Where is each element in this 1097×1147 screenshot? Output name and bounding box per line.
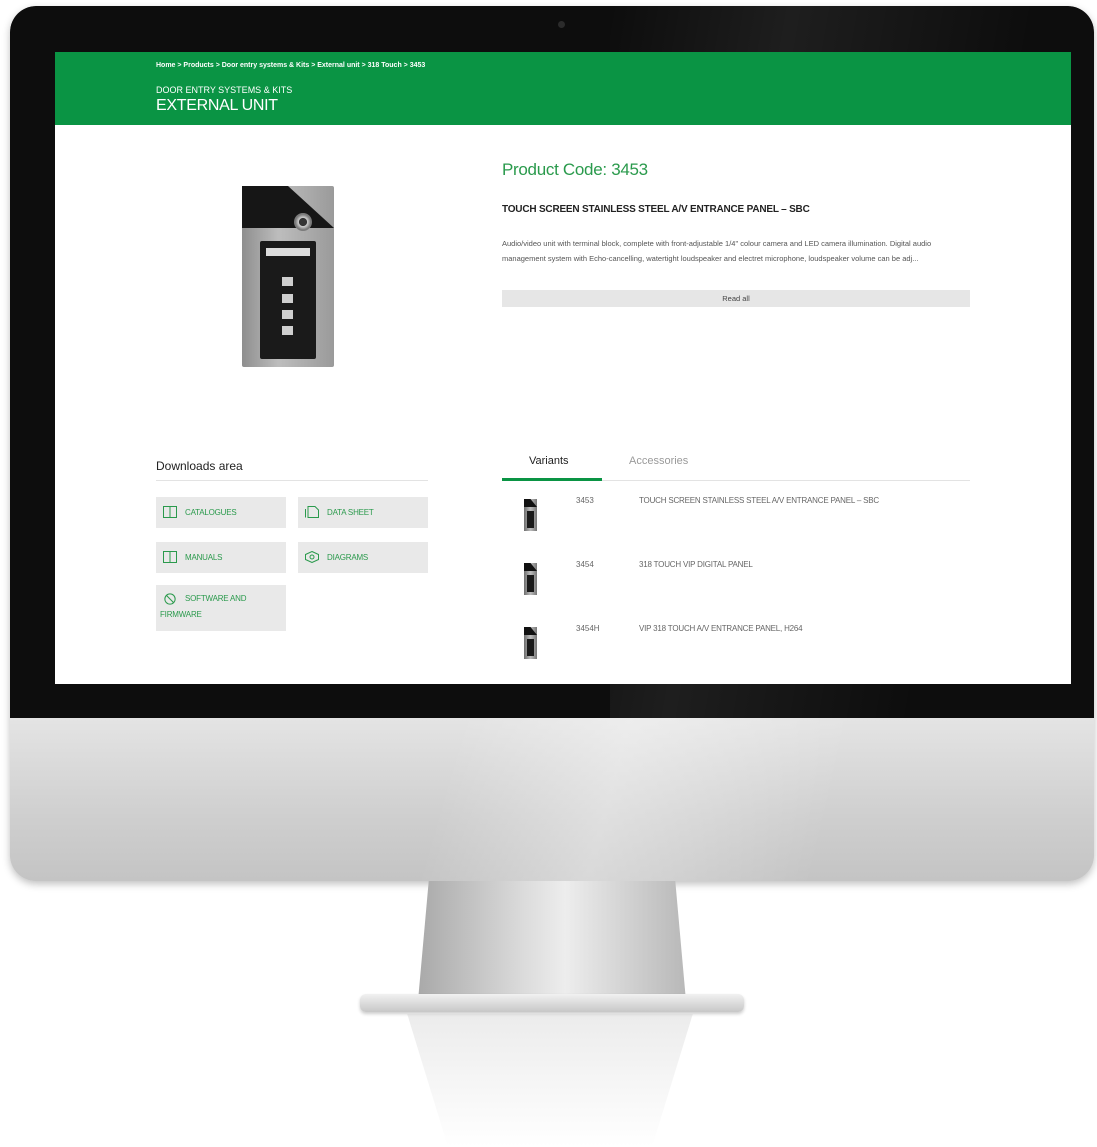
- page-title: EXTERNAL UNIT: [156, 97, 278, 114]
- active-tab-indicator: [502, 478, 602, 481]
- variant-thumbnail: [524, 563, 537, 595]
- webcam-icon: [558, 21, 565, 28]
- variant-code: 3454: [576, 560, 594, 569]
- monitor-stand-base: [360, 994, 744, 1012]
- diagrams-label: DIAGRAMS: [327, 553, 369, 562]
- book-icon: [163, 506, 177, 518]
- panel-button: [282, 277, 293, 286]
- product-code: Product Code: 3453: [502, 160, 648, 179]
- diagrams-button[interactable]: DIAGRAMS: [298, 542, 428, 573]
- product-description: Audio/video unit with terminal block, co…: [502, 239, 932, 263]
- variant-row[interactable]: 3454H VIP 318 TOUCH A/V ENTRANCE PANEL, …: [502, 624, 970, 674]
- variant-code: 3454H: [576, 624, 600, 633]
- monitor: Home > Products > Door entry systems & K…: [10, 6, 1094, 881]
- stand-reflection: [407, 1014, 693, 1147]
- book-icon: [163, 551, 177, 563]
- tab-variants[interactable]: Variants: [529, 455, 569, 467]
- data-sheet-button[interactable]: DATA SHEET: [298, 497, 428, 528]
- panel-button: [282, 310, 293, 319]
- camera-lens-icon: [294, 213, 312, 231]
- monitor-stand-neck: [418, 881, 686, 1001]
- chin-glare: [10, 718, 1094, 881]
- variant-name: 318 TOUCH VIP DIGITAL PANEL: [639, 560, 753, 569]
- data-sheet-label: DATA SHEET: [327, 508, 374, 517]
- manuals-button[interactable]: MANUALS: [156, 542, 286, 573]
- variant-code: 3453: [576, 496, 594, 505]
- panel-display: [266, 248, 310, 256]
- panel-touchscreen: [260, 241, 316, 359]
- read-all-button[interactable]: Read all: [502, 290, 970, 307]
- screen: Home > Products > Door entry systems & K…: [55, 52, 1071, 684]
- variant-thumbnail: [524, 627, 537, 659]
- category-label: DOOR ENTRY SYSTEMS & KITS: [156, 85, 293, 95]
- variant-row[interactable]: 3454 318 TOUCH VIP DIGITAL PANEL: [502, 560, 970, 610]
- panel-top: [242, 186, 334, 228]
- panel-button: [282, 326, 293, 335]
- product-name: TOUCH SCREEN STAINLESS STEEL A/V ENTRANC…: [502, 204, 810, 215]
- diagram-icon: [305, 551, 319, 563]
- downloads-title: Downloads area: [156, 459, 243, 473]
- variant-row[interactable]: 3453 TOUCH SCREEN STAINLESS STEEL A/V EN…: [502, 496, 970, 546]
- software-firmware-label: SOFTWARE AND FIRMWARE: [160, 594, 247, 619]
- product-image: [242, 186, 334, 367]
- catalogues-label: CATALOGUES: [185, 508, 237, 517]
- variant-thumbnail: [524, 499, 537, 531]
- document-icon: [305, 506, 319, 518]
- manuals-label: MANUALS: [185, 553, 223, 562]
- page-header: Home > Products > Door entry systems & K…: [55, 52, 1071, 125]
- catalogues-button[interactable]: CATALOGUES: [156, 497, 286, 528]
- tab-accessories[interactable]: Accessories: [629, 455, 688, 467]
- variant-name: TOUCH SCREEN STAINLESS STEEL A/V ENTRANC…: [639, 496, 879, 505]
- panel-button: [282, 294, 293, 303]
- software-firmware-button[interactable]: SOFTWARE AND FIRMWARE: [156, 585, 286, 631]
- breadcrumb[interactable]: Home > Products > Door entry systems & K…: [156, 62, 425, 69]
- divider: [156, 480, 428, 481]
- variant-name: VIP 318 TOUCH A/V ENTRANCE PANEL, H264: [639, 624, 803, 633]
